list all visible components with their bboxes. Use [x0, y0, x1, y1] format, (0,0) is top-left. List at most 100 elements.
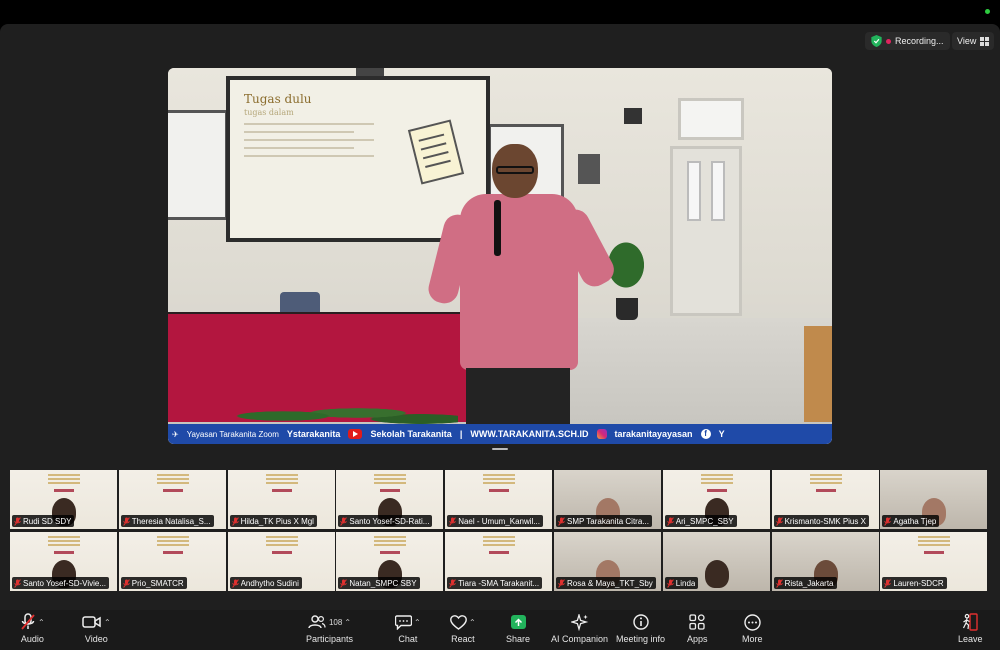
- participant-name-tag: Lauren-SDCR: [882, 577, 947, 589]
- participant-tile[interactable]: Rista_Jakarta: [771, 532, 879, 591]
- participant-tile[interactable]: Linda: [662, 532, 770, 591]
- chat-button[interactable]: ⌃ Chat: [395, 612, 421, 648]
- slide-text-line: [244, 131, 354, 133]
- participants-button[interactable]: 108 ⌃ Participants: [306, 612, 353, 648]
- video-button[interactable]: ⌃ Video: [82, 612, 111, 648]
- apps-button[interactable]: Apps: [687, 612, 708, 648]
- react-button[interactable]: ⌃ React: [450, 612, 476, 648]
- chat-label: Chat: [398, 634, 418, 644]
- recording-dot-icon: [886, 38, 891, 44]
- camera-indicator-dot: [985, 9, 990, 14]
- participant-tile[interactable]: Natan_SMPC SBY: [336, 532, 444, 591]
- slide-text-line: [244, 155, 374, 157]
- slide-subtitle: tugas dalam: [244, 108, 294, 117]
- participant-tile[interactable]: Nael - Umum_Kanwil...: [445, 470, 553, 529]
- pin-icon: ✈: [172, 429, 179, 439]
- participant-name-tag: SMP Tarakanita Citra...: [555, 515, 652, 527]
- participant-tile[interactable]: Ari_SMPC_SBY: [662, 470, 770, 529]
- apps-label: Apps: [687, 634, 708, 644]
- participant-name: Nael - Umum_Kanwil...: [458, 516, 540, 526]
- microphone-muted-icon: [14, 578, 21, 588]
- participant-tile[interactable]: Santo Yosef-SD-Vivie...: [10, 532, 117, 591]
- microphone-muted-icon: [775, 578, 783, 588]
- participant-name-tag: Linda: [664, 577, 699, 589]
- participant-name: Agatha Tjep: [893, 516, 937, 526]
- recording-label: Recording...: [895, 36, 944, 46]
- participant-name-tag: Santo Yosef-SD-Rati...: [338, 515, 433, 527]
- react-options-chevron-icon[interactable]: ⌃: [469, 618, 476, 627]
- participant-tile[interactable]: Lauren-SDCR: [880, 532, 988, 591]
- chat-options-chevron-icon[interactable]: ⌃: [414, 618, 421, 627]
- ai-companion-button[interactable]: AI Companion: [551, 612, 608, 648]
- microphone-muted-icon: [666, 578, 674, 588]
- participant-tile[interactable]: Prio_SMATCR: [118, 532, 226, 591]
- participant-name: Santo Yosef-SD-Vivie...: [23, 578, 107, 588]
- participant-tile[interactable]: Krismanto-SMK Pius X: [771, 470, 879, 529]
- apps-icon: [689, 614, 705, 630]
- audio-label: Audio: [20, 634, 44, 644]
- facebook-short: Y: [718, 429, 725, 439]
- ai-companion-label: AI Companion: [551, 634, 609, 644]
- zoom-label: Yayasan Tarakanita Zoom: [186, 429, 279, 439]
- participant-name: Santo Yosef-SD-Rati...: [349, 516, 430, 526]
- recording-indicator[interactable]: Recording...: [865, 32, 950, 50]
- video-options-chevron-icon[interactable]: ⌃: [104, 618, 111, 627]
- participant-name-tag: Santo Yosef-SD-Vivie...: [12, 577, 110, 589]
- presenter-trousers: [466, 368, 570, 428]
- participant-name: Andhytho Sudini: [240, 578, 299, 588]
- audio-button[interactable]: ⌃ Audio: [20, 612, 45, 648]
- participant-tile[interactable]: SMP Tarakanita Citra...: [553, 470, 661, 529]
- presenter-glasses: [496, 166, 534, 174]
- participant-name-tag: Andhytho Sudini: [229, 577, 302, 589]
- classroom-door: [670, 146, 742, 316]
- view-button[interactable]: View: [952, 32, 995, 50]
- youtube-channel: Sekolah Tarakanita: [370, 429, 452, 439]
- participant-tile[interactable]: Andhytho Sudini: [227, 532, 335, 591]
- meeting-info-label: Meeting info: [616, 634, 666, 644]
- react-label: React: [451, 634, 475, 644]
- participants-count: 108: [328, 617, 343, 627]
- participants-options-chevron-icon[interactable]: ⌃: [344, 618, 351, 627]
- lower-third-banner: ✈ Yayasan Tarakanita Zoom Ystarakanita S…: [168, 424, 832, 444]
- participant-tile[interactable]: Hilda_TK Pius X Mgl: [227, 470, 335, 529]
- active-speaker-video[interactable]: Tugas dulu tugas dalam ✈ Yayasan Tarakan…: [168, 68, 832, 444]
- website-url: WWW.TARAKANITA.SCH.ID: [470, 429, 589, 439]
- meeting-info-button[interactable]: Meeting info: [616, 612, 665, 648]
- slide-text-line: [244, 139, 374, 141]
- audio-options-chevron-icon[interactable]: ⌃: [38, 618, 45, 627]
- participant-tile[interactable]: Rosa & Maya_TKT_Sby: [553, 532, 661, 591]
- zoom-meeting-window: Recording... View Tugas dulu tugas dalam: [0, 24, 1000, 650]
- participant-name: Prio_SMATCR: [131, 578, 184, 588]
- microphone-muted-icon: [231, 516, 239, 526]
- window-titlebar: [0, 0, 1000, 24]
- participant-tile[interactable]: Rudi SD SDY: [10, 470, 117, 529]
- participant-tile[interactable]: Tiara -SMA Tarakanit...: [445, 532, 553, 591]
- transom-window: [678, 98, 744, 140]
- leave-exit-icon: [963, 613, 978, 631]
- leave-button[interactable]: Leave: [958, 612, 983, 648]
- participant-tile[interactable]: Santo Yosef-SD-Rati...: [336, 470, 444, 529]
- more-button[interactable]: More: [742, 612, 763, 648]
- microphone-muted-icon: [122, 578, 130, 588]
- more-ellipsis-icon: [744, 613, 761, 631]
- participants-icon: [308, 615, 326, 629]
- microphone-muted-icon: [231, 578, 239, 588]
- participant-name-tag: Natan_SMPC SBY: [338, 577, 420, 589]
- participant-name-tag: Nael - Umum_Kanwil...: [447, 515, 543, 527]
- view-label: View: [957, 36, 977, 46]
- info-icon: [632, 614, 649, 630]
- resize-handle[interactable]: [492, 448, 508, 450]
- microphone-muted-icon: [666, 516, 674, 526]
- microphone-muted-icon: [884, 516, 892, 526]
- plant-pot: [616, 298, 638, 320]
- shield-icon: [871, 35, 882, 47]
- participant-name-tag: Theresia Natalisa_S...: [120, 515, 214, 527]
- slide-text-line: [244, 123, 374, 125]
- instagram-icon: [596, 429, 607, 439]
- participant-name-tag: Krismanto-SMK Pius X: [773, 515, 869, 527]
- participant-tile[interactable]: Agatha Tjep: [880, 470, 988, 529]
- share-button[interactable]: Share: [506, 612, 530, 648]
- participant-tile[interactable]: Theresia Natalisa_S...: [118, 470, 226, 529]
- chat-bubble-icon: [395, 614, 412, 630]
- side-board: [804, 326, 832, 422]
